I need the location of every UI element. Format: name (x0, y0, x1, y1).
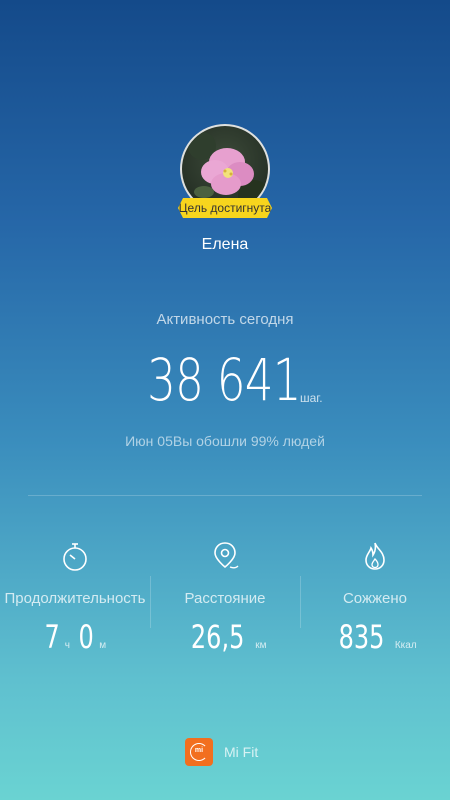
duration-minutes: 0 (78, 618, 95, 656)
activity-date: Июн 05 (125, 433, 173, 449)
calories-label: Сожжено (342, 590, 408, 607)
duration-minutes-unit: м (99, 640, 107, 651)
user-name: Елена (201, 236, 249, 253)
duration-hours: 7 (44, 618, 60, 656)
distance-unit: км (255, 640, 267, 651)
stopwatch-icon (63, 543, 87, 571)
date-comparison-line: Июн 05Вы обошли 99% людей (0, 433, 450, 449)
mi-fit-home-screen: Цель достигнута Елена Активность сегодня… (0, 0, 450, 800)
stats-panel: Продолжительность 7 ч 0 м Расстояние 26,… (0, 540, 450, 660)
steps-unit: шаг. (300, 391, 323, 405)
duration-hours-unit: ч (64, 640, 70, 651)
calories-unit: Ккал (394, 640, 417, 651)
distance-number: 26,5 (190, 618, 244, 656)
comparison-text: Вы обошли 99% людей (172, 433, 325, 449)
app-name: Mi Fit (224, 744, 259, 760)
duration-label: Продолжительность (4, 590, 146, 607)
stat-distance[interactable]: Расстояние 26,5 км (150, 540, 300, 660)
mi-logo-icon[interactable]: mi (185, 738, 213, 766)
stat-separator (150, 576, 151, 628)
duration-value: 7 ч 0 м (0, 618, 150, 658)
activity-today-label: Активность сегодня (156, 311, 294, 328)
stat-separator (300, 576, 301, 628)
stat-duration[interactable]: Продолжительность 7 ч 0 м (0, 540, 150, 660)
steps-display[interactable]: 38 641 шаг. (0, 346, 450, 416)
stat-calories[interactable]: Сожжено 835 Ккал (300, 540, 450, 660)
app-footer: mi Mi Fit (0, 738, 450, 768)
calories-number: 835 (338, 618, 385, 656)
divider (28, 495, 422, 496)
distance-label: Расстояние (184, 590, 266, 607)
goal-achieved-badge: Цель достигнута (178, 198, 272, 218)
distance-value: 26,5 км (150, 618, 300, 658)
flame-icon (365, 542, 385, 570)
logo-text: mi (194, 747, 204, 754)
location-pin-icon (214, 542, 239, 569)
calories-value: 835 Ккал (300, 618, 450, 658)
